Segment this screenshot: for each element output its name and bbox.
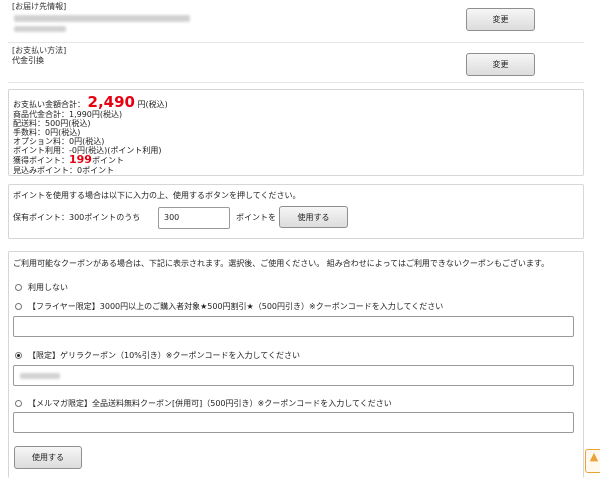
- coupon-code-input[interactable]: [13, 316, 574, 337]
- breakdown-line: オプション料：0円(税込): [13, 137, 105, 146]
- coupon-notice: ご利用可能なクーポンがある場合は、下記に表示されます。選択後、ご使用ください。 …: [13, 259, 550, 268]
- delivery-name-blurred: [14, 26, 66, 32]
- payment-change-button[interactable]: 変更: [466, 53, 535, 76]
- earned-points-unit: ポイント: [91, 156, 124, 165]
- coupon-use-button[interactable]: 使用する: [14, 446, 82, 469]
- breakdown-line: 手数料：0円(税込): [13, 128, 81, 137]
- total-row: お支払い金額合計： 2,490 円(税込): [13, 93, 168, 112]
- coupon-option-label: 【メルマガ限定】全品送料無料クーポン[併用可]（500円引き）※クーポンコードを…: [28, 399, 392, 408]
- coupon-option-label: 【フライヤー限定】3000円以上のご購入者対象★500円割引★（500円引き）※…: [28, 302, 444, 311]
- points-input[interactable]: 300: [158, 207, 230, 229]
- points-use-button[interactable]: 使用する: [279, 206, 348, 228]
- total-unit: 円(税込): [137, 100, 168, 109]
- coupon-option-label: 【限定】ゲリラクーポン（10%引き）※クーポンコードを入力してください: [28, 351, 301, 360]
- payment-heading: [お支払い方法]: [12, 46, 67, 55]
- totals-panel: お支払い金額合計： 2,490 円(税込) 商品代金合計：1,990円(税込) …: [8, 89, 584, 176]
- coupon-radio-guerrilla[interactable]: [15, 352, 22, 359]
- delivery-change-button[interactable]: 変更: [466, 8, 535, 31]
- coupon-code-input[interactable]: [13, 365, 574, 386]
- payment-method: 代金引換: [12, 56, 44, 65]
- earned-points-row: 獲得ポイント：199ポイント: [13, 153, 161, 166]
- points-held-label: 保有ポイント：300ポイントのうち: [13, 213, 141, 222]
- breakdown-line: 配送料：500円(税込): [13, 119, 91, 128]
- arrow-up-icon: ▲: [589, 450, 599, 463]
- coupon-option-label: 利用しない: [28, 283, 68, 292]
- coupon-radio-none[interactable]: [15, 284, 22, 291]
- points-instruction: ポイントを使用する場合は以下に入力の上、使用するボタンを押してください。: [13, 191, 301, 200]
- divider: [8, 42, 584, 43]
- total-label: お支払い金額合計：: [13, 100, 85, 109]
- earned-points-value: 199: [69, 153, 92, 166]
- coupon-radio-mailmag[interactable]: [15, 400, 22, 407]
- coupon-code-input[interactable]: [13, 412, 574, 433]
- coupon-radio-flyer[interactable]: [15, 303, 22, 310]
- total-amount: 2,490: [87, 93, 135, 111]
- points-panel: ポイントを使用する場合は以下に入力の上、使用するボタンを押してください。 保有ポ…: [8, 184, 584, 239]
- coupon-code-blurred: [20, 373, 60, 379]
- breakdown-line: 商品代金合計：1,990円(税込): [13, 110, 123, 119]
- delivery-heading: [お届け先情報]: [12, 2, 67, 11]
- points-suffix: ポイントを: [236, 213, 276, 222]
- earned-points-label: 獲得ポイント：: [13, 156, 69, 165]
- estimated-points: 見込みポイント：0ポイント: [13, 166, 115, 175]
- scroll-top-button[interactable]: ▲: [585, 449, 600, 473]
- delivery-address-blurred: [14, 15, 190, 22]
- divider: [8, 82, 584, 83]
- coupon-panel: ご利用可能なクーポンがある場合は、下記に表示されます。選択後、ご使用ください。 …: [8, 251, 584, 478]
- price-breakdown: 商品代金合計：1,990円(税込) 配送料：500円(税込) 手数料：0円(税込…: [13, 110, 161, 175]
